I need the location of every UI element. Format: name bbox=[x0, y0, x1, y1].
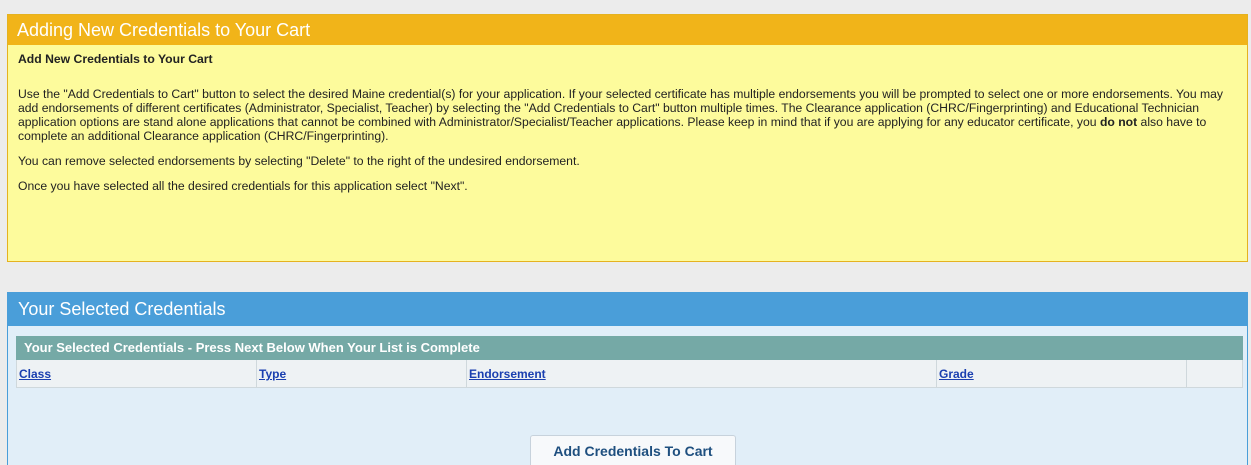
column-endorsement: Endorsement bbox=[467, 360, 937, 387]
column-action bbox=[1187, 360, 1242, 387]
remove-instructions: You can remove selected endorsements by … bbox=[18, 154, 580, 168]
next-instructions: Once you have selected all the desired c… bbox=[18, 179, 468, 193]
sort-grade-link[interactable]: Grade bbox=[939, 367, 974, 381]
sort-endorsement-link[interactable]: Endorsement bbox=[469, 367, 546, 381]
column-type: Type bbox=[257, 360, 467, 387]
instructions-emphasis: do not bbox=[1099, 115, 1138, 129]
selected-credentials-panel: Your Selected Credentials Your Selected … bbox=[7, 292, 1248, 465]
info-panel-body: Add New Credentials to Your Cart Use the… bbox=[8, 45, 1247, 193]
column-grade: Grade bbox=[937, 360, 1187, 387]
page: Adding New Credentials to Your Cart Add … bbox=[0, 0, 1251, 465]
info-subtitle: Add New Credentials to Your Cart bbox=[18, 52, 213, 66]
instructions-paragraph: Use the "Add Credentials to Cart" button… bbox=[18, 87, 1237, 143]
credentials-table: Your Selected Credentials - Press Next B… bbox=[16, 336, 1243, 388]
selected-credentials-title: Your Selected Credentials bbox=[8, 292, 1247, 326]
table-caption: Your Selected Credentials - Press Next B… bbox=[16, 336, 1243, 360]
sort-class-link[interactable]: Class bbox=[19, 367, 51, 381]
sort-type-link[interactable]: Type bbox=[259, 367, 286, 381]
table-header-row: Class Type Endorsement Grade bbox=[16, 360, 1243, 388]
info-panel-title: Adding New Credentials to Your Cart bbox=[8, 15, 1247, 45]
instructions-text-part1: Use the "Add Credentials to Cart" button… bbox=[18, 87, 1224, 129]
info-panel: Adding New Credentials to Your Cart Add … bbox=[7, 14, 1248, 262]
add-credentials-button[interactable]: Add Credentials To Cart bbox=[530, 435, 736, 465]
column-class: Class bbox=[17, 360, 257, 387]
